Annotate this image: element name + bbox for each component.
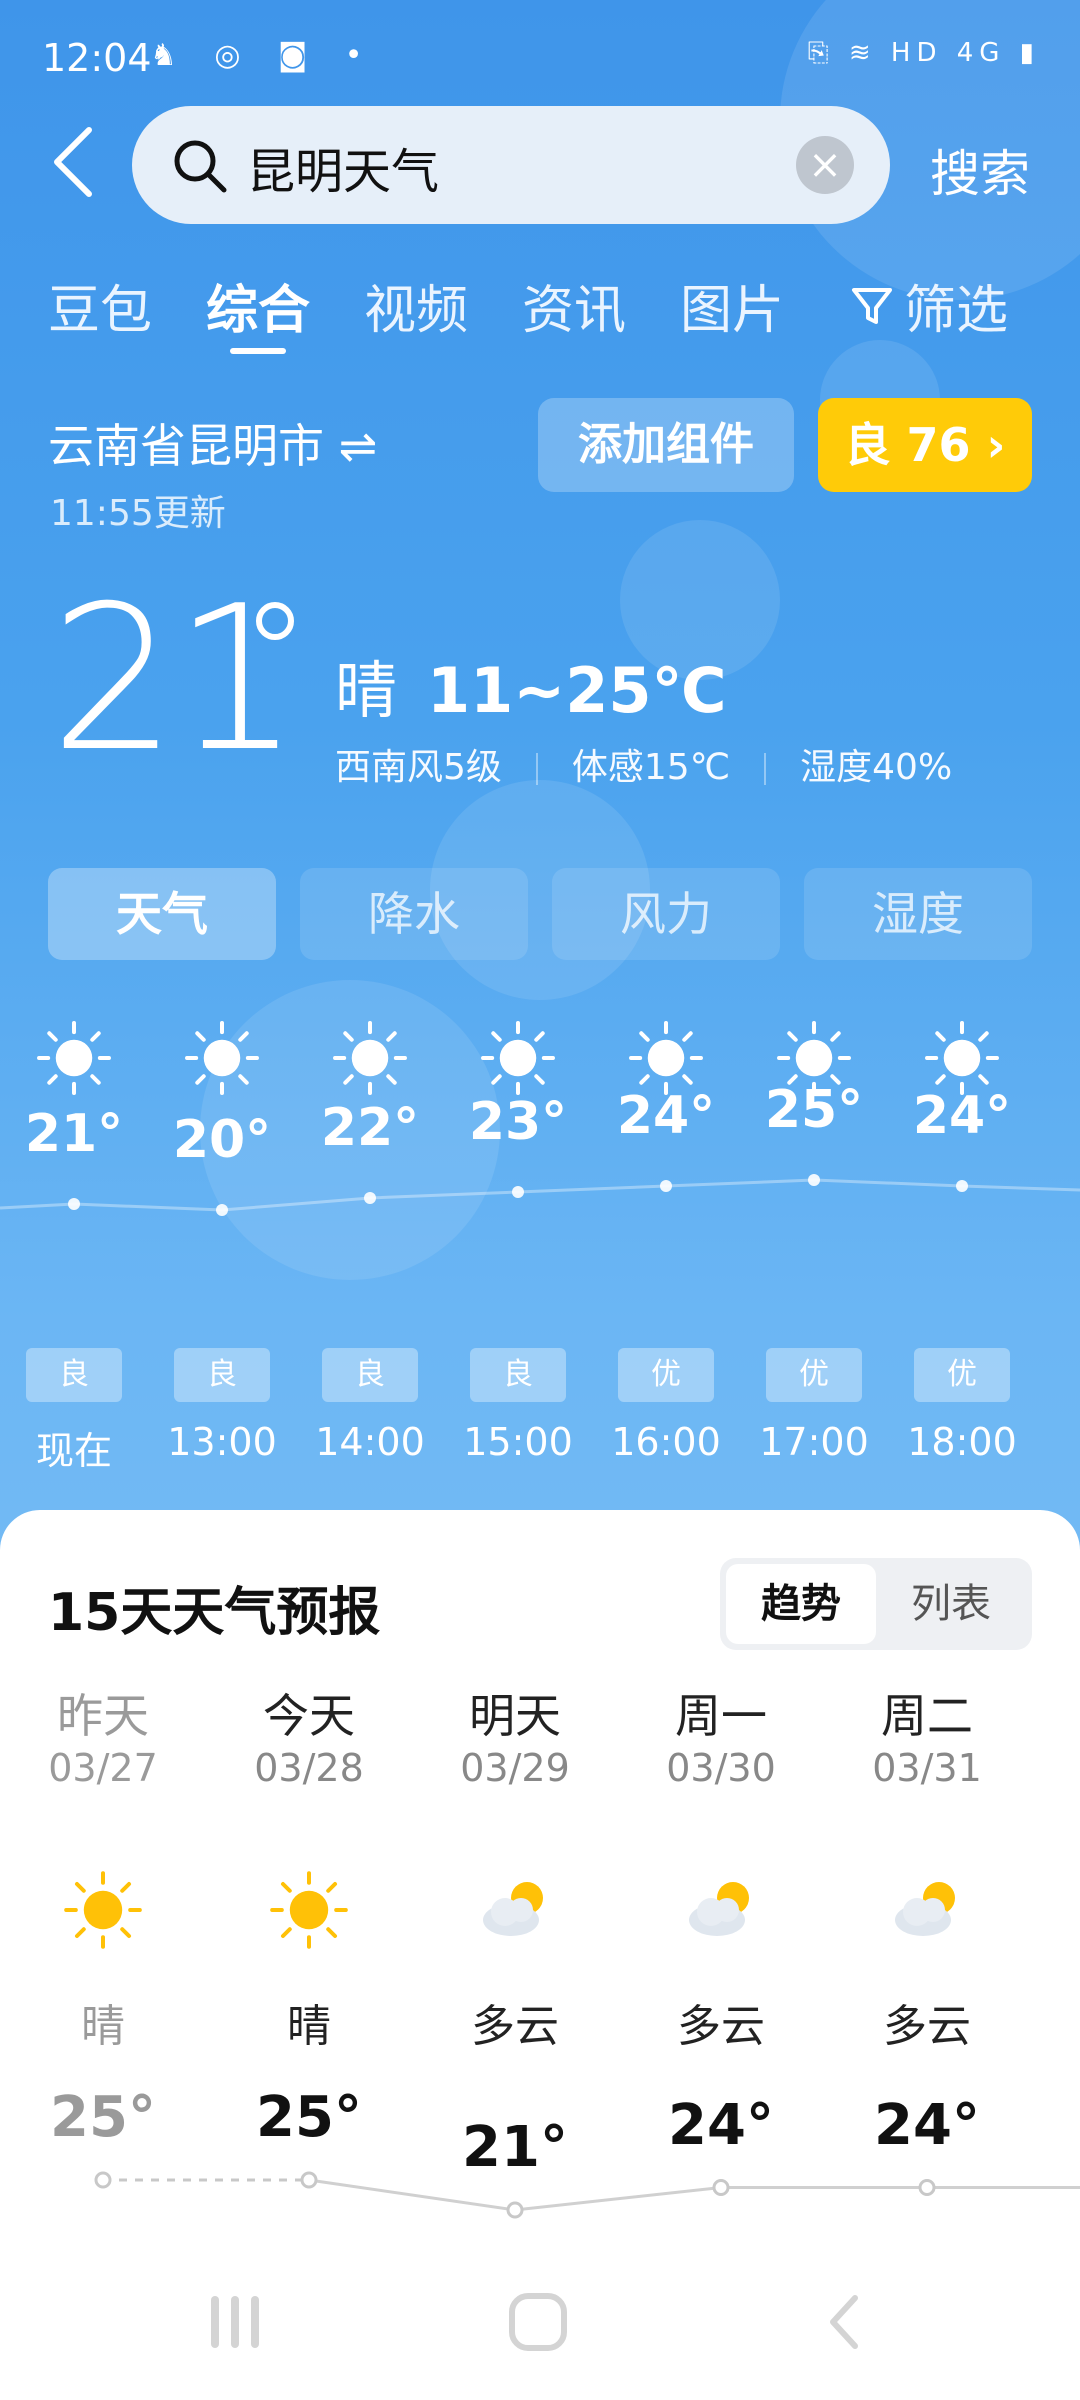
tab-images[interactable]: 图片 [680,268,784,343]
system-icons: ⎘ ≋ HD 4G ▮ [807,38,1040,68]
wind-info: 西南风5级 [335,747,502,788]
current-condition: 晴 11~25℃ [335,640,727,730]
search-query: 昆明天气 [247,144,440,200]
divider [764,753,767,785]
hour-time: 13:00 [167,1420,277,1464]
temp-range: 11~25℃ [427,654,727,727]
temp-dot [68,1198,80,1210]
active-tab-indicator [230,348,286,354]
hour-temp: 24° [616,1086,716,1146]
hour-temp: 24° [912,1086,1012,1146]
subtab-wind[interactable]: 风力 [552,868,780,960]
recent-apps-icon[interactable] [205,2292,265,2352]
category-tabs: 豆包 综合 视频 资讯 图片 筛选 [0,268,1080,358]
notification-icons: ♞ ◎ ◙ • [150,38,377,73]
feels-like: 体感15℃ [571,747,731,788]
aqi-badge: 优 [618,1348,714,1402]
aqi-badge: 良 [470,1348,566,1402]
weather-details: 西南风5级 体感15℃ 湿度40% [335,738,952,790]
hour-item[interactable]: 24° 优 18:00 [888,1000,1036,1470]
hour-item[interactable]: 22° 良 14:00 [296,1000,444,1470]
hour-item[interactable]: 24° 优 16:00 [592,1000,740,1470]
back-icon[interactable] [45,122,105,202]
search-input[interactable]: 昆明天气 × [132,106,890,224]
filter-label: 筛选 [904,281,1009,341]
tab-filter[interactable]: 筛选 [850,268,1008,343]
hour-time: 15:00 [463,1420,573,1464]
sun-icon [184,1020,260,1096]
day-temp-dot [712,2179,730,2196]
hour-time: 16:00 [611,1420,721,1464]
temp-dot [660,1180,672,1192]
temp-dot [364,1192,376,1204]
weather-screen: 12:04 ♞ ◎ ◙ • ⎘ ≋ HD 4G ▮ 昆明天气 × 搜索 豆包 综… [0,0,1080,2400]
clear-icon[interactable]: × [796,136,854,194]
location-switcher[interactable]: 云南省昆明市 ⇌ [48,410,377,476]
clock: 12:04 [42,36,152,80]
sun-icon [332,1020,408,1096]
condition-text: 晴 [335,654,398,727]
temp-dot [956,1180,968,1192]
temp-dot [512,1186,524,1198]
tab-general[interactable]: 综合 [206,268,310,343]
tab-doubao[interactable]: 豆包 [48,268,152,343]
aqi-badge: 良 [322,1348,418,1402]
hour-temp: 21° [24,1104,124,1164]
hour-temp: 23° [468,1092,568,1152]
aqi-badge: 优 [914,1348,1010,1402]
system-nav-bar [0,2240,1080,2400]
hour-temp: 20° [172,1110,272,1170]
aqi-badge: 良 [174,1348,270,1402]
day-temp-dot [918,2179,936,2196]
status-bar: 12:04 ♞ ◎ ◙ • ⎘ ≋ HD 4G ▮ [0,0,1080,120]
home-icon[interactable] [508,2292,568,2352]
hour-item[interactable]: 21° 良现在 [0,1000,148,1473]
aqi-badge: 良 [26,1348,122,1402]
day-temp-dot [506,2201,524,2219]
update-time: 11:55更新 [50,493,226,534]
humidity: 湿度40% [800,747,953,788]
hour-time: 现在 [35,1429,112,1473]
day-temp-dot [94,2171,112,2189]
hour-item[interactable]: 23° 良 15:00 [444,1000,592,1470]
sun-icon [480,1020,556,1096]
divider [535,753,538,785]
hour-temp: 22° [320,1098,420,1158]
aqi-button[interactable]: 良 76 › [818,398,1032,492]
hour-time: 18:00 [907,1420,1017,1464]
sun-icon [628,1020,704,1096]
day-temp-dot [300,2171,318,2189]
search-button[interactable]: 搜索 [930,134,1030,206]
hour-time: 14:00 [315,1420,425,1464]
subtab-weather[interactable]: 天气 [48,868,276,960]
temp-dot [216,1204,228,1216]
subtab-humidity[interactable]: 湿度 [804,868,1032,960]
hour-temp: 25° [764,1080,864,1140]
subtab-precip[interactable]: 降水 [300,868,528,960]
back-nav-icon[interactable] [815,2292,875,2352]
tab-news[interactable]: 资讯 [522,268,626,343]
filter-icon [850,281,894,341]
tab-video[interactable]: 视频 [364,268,468,343]
search-icon [170,136,230,196]
degree-symbol [256,602,294,640]
hour-item[interactable]: 20° 良 13:00 [148,1000,296,1470]
sun-icon [924,1020,1000,1096]
aqi-badge: 优 [766,1348,862,1402]
temp-dot [808,1174,820,1186]
hour-time: 17:00 [759,1420,869,1464]
hour-item[interactable]: 25° 优 17:00 [740,1000,888,1470]
add-widget-button[interactable]: 添加组件 [538,398,794,492]
sun-icon [36,1020,112,1096]
